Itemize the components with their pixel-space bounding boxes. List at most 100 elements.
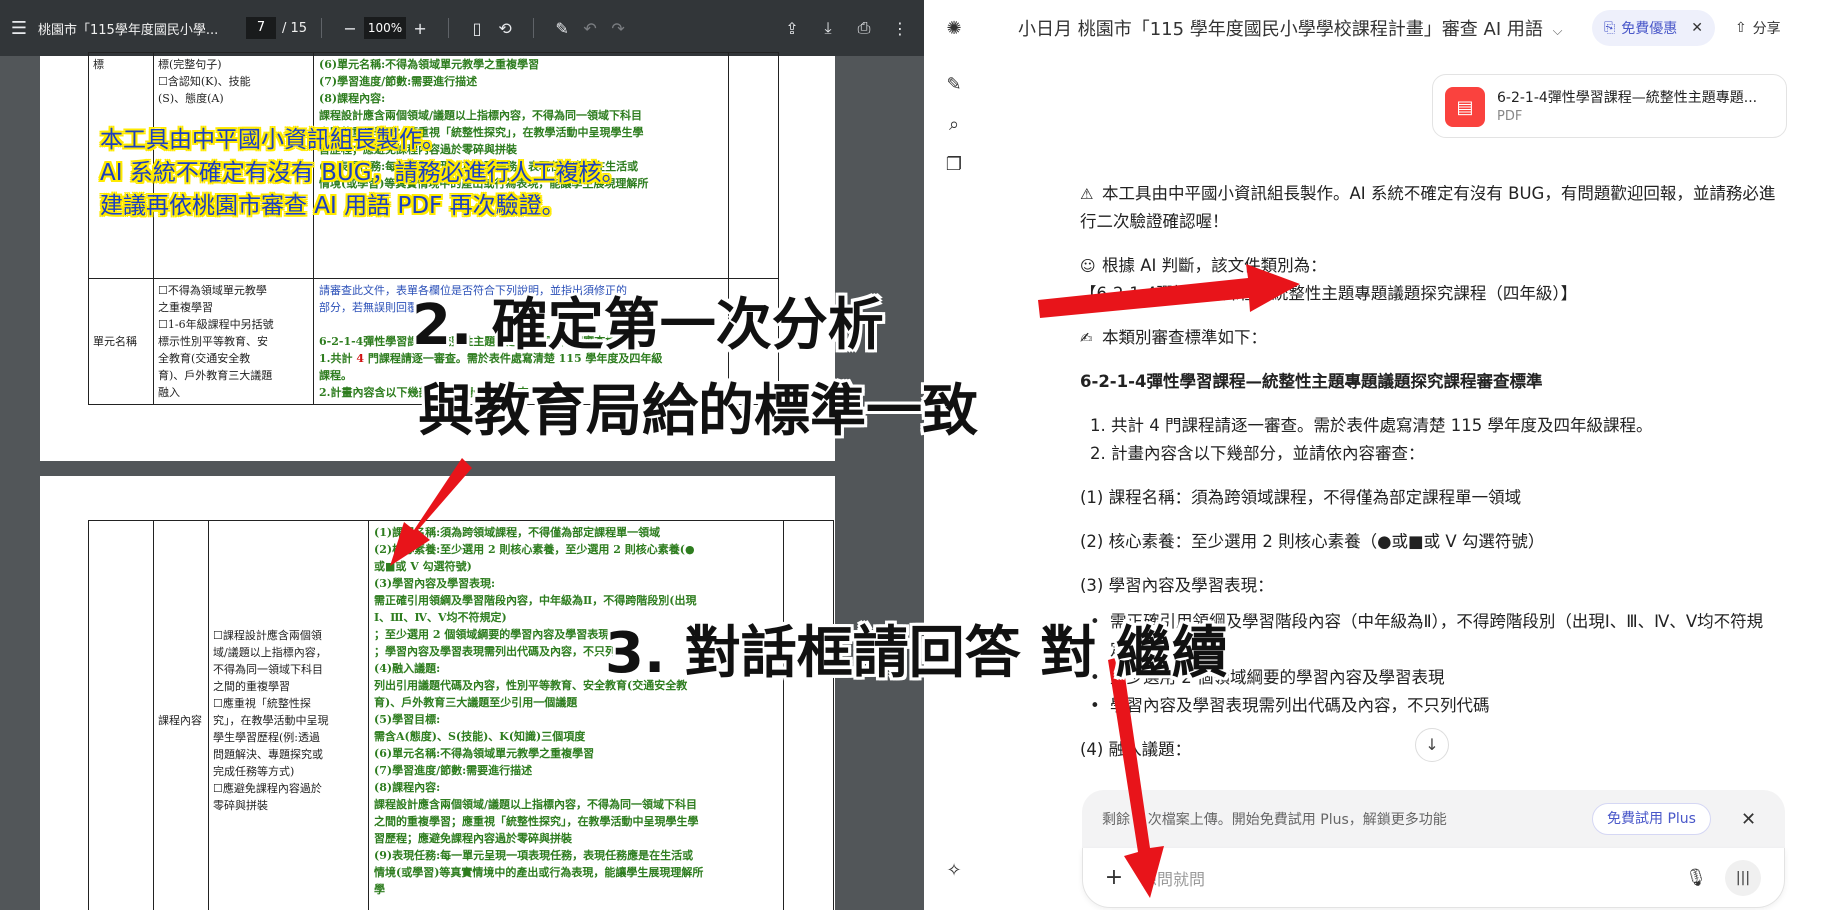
message-paragraph: ⚠ 本工具由中平國小資訊組長製作。AI 系統不確定有沒有 BUG，有問題歡迎回報，… bbox=[1080, 180, 1780, 236]
file-name: 6-2-1-4彈性學習課程—統整性主題專題... bbox=[1497, 90, 1758, 106]
cell-line: 育)、戶外教育三大議題 bbox=[158, 369, 273, 382]
list-item: (1) 課程名稱：須為跨領域課程，不得僅為部定課程單一領域 bbox=[1080, 488, 1522, 507]
pdf-title: 桃園市「115學年度國民小學... bbox=[38, 22, 219, 38]
drive-upload-icon[interactable]: ⇪ bbox=[778, 14, 806, 42]
voice-mode-icon[interactable]: ||| bbox=[1725, 859, 1761, 896]
share-icon: ⇧ bbox=[1734, 20, 1747, 36]
cell-line: (6)單元名稱:不得為領域單元教學之重複學習 bbox=[319, 58, 540, 71]
cell-line: ☐1-6年級課程中另括號 bbox=[158, 318, 274, 331]
zoom-in-icon[interactable]: + bbox=[406, 14, 434, 42]
toolbar-divider bbox=[533, 18, 535, 38]
table-cell: ☐課程設計應含兩個領 域/議題以上指標內容， 不得為同一領域下科目 之間的重複學習 ☐應… bbox=[208, 520, 369, 910]
cell-line: (3)學習內容及學習表現: bbox=[374, 577, 496, 590]
warning-note-line: AI 系統不確定有沒有 BUG，請務必進行人工複核。 bbox=[100, 160, 625, 186]
pdf-file-icon: ▤ bbox=[1445, 87, 1485, 127]
message-text: 本工具由中平國小資訊組長製作。AI 系統不確定有沒有 BUG，有問題歡迎回報，並… bbox=[1080, 184, 1776, 231]
cell-line: (6)單元名稱:不得為領域單元教學之重複學習 bbox=[374, 747, 595, 760]
search-icon[interactable]: ⌕ bbox=[940, 110, 968, 138]
close-icon[interactable]: ✕ bbox=[1691, 20, 1703, 36]
new-chat-icon[interactable]: ✎ bbox=[940, 70, 968, 98]
table-cell bbox=[88, 520, 154, 910]
chat-title[interactable]: 小日月 桃園市「115 學年度國民小學學校課程計畫」審查 AI 用語 ⌵ bbox=[1018, 15, 1578, 41]
table-cell: 單元名稱 bbox=[88, 278, 154, 405]
menu-icon[interactable]: ☰ bbox=[0, 18, 38, 39]
cell-line: 問題解決、專題探究或 bbox=[213, 748, 323, 761]
table-cell bbox=[783, 520, 834, 910]
list-item: 2. 計畫內容含以下幾部分，並請依內容審查： bbox=[1090, 444, 1425, 463]
fit-page-icon[interactable]: ▯ bbox=[463, 14, 491, 42]
list-item: 1. 共計 4 門課程請逐一審查。需於表件處寫清楚 115 學年度及四年級課程。 bbox=[1090, 416, 1653, 435]
cell-line: 完成任務等方式) bbox=[213, 765, 295, 778]
cell-line: (7)學習進度/節數:需要進行描述 bbox=[319, 75, 478, 88]
highlight-number: 4 bbox=[356, 352, 364, 365]
review-table: 課程內容 ☐課程設計應含兩個領 域/議題以上指標內容， 不得為同一領域下科目 之間的重… bbox=[88, 520, 834, 910]
cell-line: 標(完整句子) bbox=[158, 58, 222, 71]
page-number-input[interactable]: 7 bbox=[246, 17, 276, 39]
table-cell: (1)課程名稱:須為跨領域課程，不得僅為部定課程單一領域 (2)核心素養:至少選用… bbox=[368, 520, 784, 910]
gift-icon: ⎘ bbox=[1604, 20, 1616, 36]
cell-line: 域/議題以上指標內容， bbox=[213, 646, 327, 659]
cell-line: 或■或 V 勾選符號) bbox=[374, 560, 472, 573]
try-plus-button[interactable]: 免費試用 Plus bbox=[1592, 803, 1711, 835]
chevron-down-icon: ⌵ bbox=[1552, 24, 1563, 39]
assistant-message: ⚠ 本工具由中平國小資訊組長製作。AI 系統不確定有沒有 BUG，有問題歡迎回報，… bbox=[1080, 180, 1780, 780]
zoom-input[interactable]: 100% bbox=[364, 17, 407, 39]
table-cell bbox=[728, 52, 779, 279]
cell-line: ☐含認知(K)、技能 bbox=[158, 75, 251, 88]
message-paragraph: ✍ 本類別審查標準如下： bbox=[1080, 324, 1780, 352]
chat-header: 小日月 桃園市「115 學年度國民小學學校課程計畫」審查 AI 用語 ⌵ ⎘ 免… bbox=[984, 0, 1827, 56]
print-icon[interactable]: ⎙ bbox=[850, 14, 878, 42]
cell-line: 標示性別平等教育、安 bbox=[158, 335, 268, 348]
warning-note-line: 本工具由中平國小資訊組長製作。 bbox=[100, 127, 445, 153]
app-logo-icon[interactable]: ✺ bbox=[940, 14, 968, 42]
toolbar-divider bbox=[321, 18, 323, 38]
warning-icon: ⚠ bbox=[1080, 185, 1094, 203]
sidebar-rail: ✺ ✎ ⌕ ❐ ✧ bbox=[924, 0, 984, 910]
cell-line: 育)、戶外教育三大議題至少引用一個議題 bbox=[374, 696, 578, 709]
cell-line: (2)核心素養:至少選用 2 則核心素養，至少選用 2 則核心素養(● bbox=[374, 543, 695, 556]
list-item: (2) 核心素養：至少選用 2 則核心素養（●或■或 V 勾選符號） bbox=[1080, 532, 1545, 551]
cell-line: 課程設計應含兩個領域/議題以上指標內容，不得為同一領域下科目 bbox=[374, 798, 698, 811]
cell-line: 究」，在教學活動中呈現 bbox=[213, 714, 329, 727]
list-item: 學習內容及學習表現需列出代碼及內容，不只列代碼 bbox=[1080, 692, 1780, 720]
free-offer-pill[interactable]: ⎘ 免費優惠 ✕ bbox=[1592, 10, 1715, 46]
redo-icon[interactable]: ↷ bbox=[604, 14, 632, 42]
cell-line: (8)課程內容: bbox=[319, 92, 386, 105]
message-text: 本類別審查標準如下： bbox=[1102, 328, 1267, 347]
rotate-icon[interactable]: ⟲ bbox=[491, 14, 519, 42]
cell-line: (5)學習目標: bbox=[374, 713, 441, 726]
page-total: / 15 bbox=[282, 20, 308, 36]
zoom-out-icon[interactable]: − bbox=[336, 14, 364, 42]
toolbar-divider bbox=[448, 18, 450, 38]
undo-icon[interactable]: ↶ bbox=[576, 14, 604, 42]
list-item: (3) 學習內容及學習表現： bbox=[1080, 576, 1274, 595]
file-type: PDF bbox=[1497, 109, 1523, 124]
cell-line: 課程設計應含兩個領域/議題以上指標內容，不得為同一領域下科目 bbox=[319, 109, 643, 122]
draw-icon[interactable]: ✎ bbox=[548, 14, 576, 42]
cell-line: ☐課程設計應含兩個領 bbox=[213, 629, 322, 642]
close-icon[interactable]: ✕ bbox=[1741, 809, 1756, 830]
cell-line: ☐應避免課程內容過於 bbox=[213, 782, 322, 795]
sparkle-icon[interactable]: ✧ bbox=[940, 856, 968, 884]
download-icon[interactable]: ⤓ bbox=[814, 14, 842, 42]
attached-file-card[interactable]: ▤ 6-2-1-4彈性學習課程—統整性主題專題... PDF bbox=[1432, 74, 1787, 138]
memo-icon: ✍ bbox=[1080, 329, 1093, 347]
share-button[interactable]: ⇧ 分享 bbox=[1735, 18, 1781, 38]
cell-line: 需正確引用領綱及學習階段內容，中年級為Ⅱ，不得跨階段別(出現 bbox=[374, 594, 697, 607]
message-input[interactable]: 想問就問 bbox=[1141, 866, 1681, 890]
cell-line: (7)學習進度/節數:需要進行描述 bbox=[374, 764, 533, 777]
microphone-icon[interactable]: 🎙 bbox=[1681, 868, 1711, 888]
library-icon[interactable]: ❐ bbox=[940, 150, 968, 178]
chat-title-text: 小日月 桃園市「115 學年度國民小學學校課程計畫」審查 AI 用語 bbox=[1018, 19, 1543, 40]
cell-line: 學 bbox=[374, 883, 385, 896]
scroll-down-button[interactable]: ↓ bbox=[1415, 728, 1449, 762]
pdf-toolbar: ☰ 桃園市「115學年度國民小學... 7 / 15 − 100% + ▯ ⟲ … bbox=[0, 0, 924, 56]
more-options-icon[interactable]: ⋮ bbox=[886, 14, 914, 42]
cell-line: 全教育(交通安全教 bbox=[158, 352, 251, 365]
message-category: 【6-2-1-4彈性學習課程—統整性主題專題議題探究課程（四年級）】 bbox=[1080, 284, 1578, 303]
pdf-viewer: ☰ 桃園市「115學年度國民小學... 7 / 15 − 100% + ▯ ⟲ … bbox=[0, 0, 924, 910]
cell-line: ☐不得為領域單元教學 bbox=[158, 284, 267, 297]
plus-icon[interactable]: + bbox=[1099, 865, 1129, 890]
annotation-caption: 3. 對話框請回答 對 繼續 bbox=[605, 621, 1228, 686]
share-label: 分享 bbox=[1752, 21, 1781, 37]
